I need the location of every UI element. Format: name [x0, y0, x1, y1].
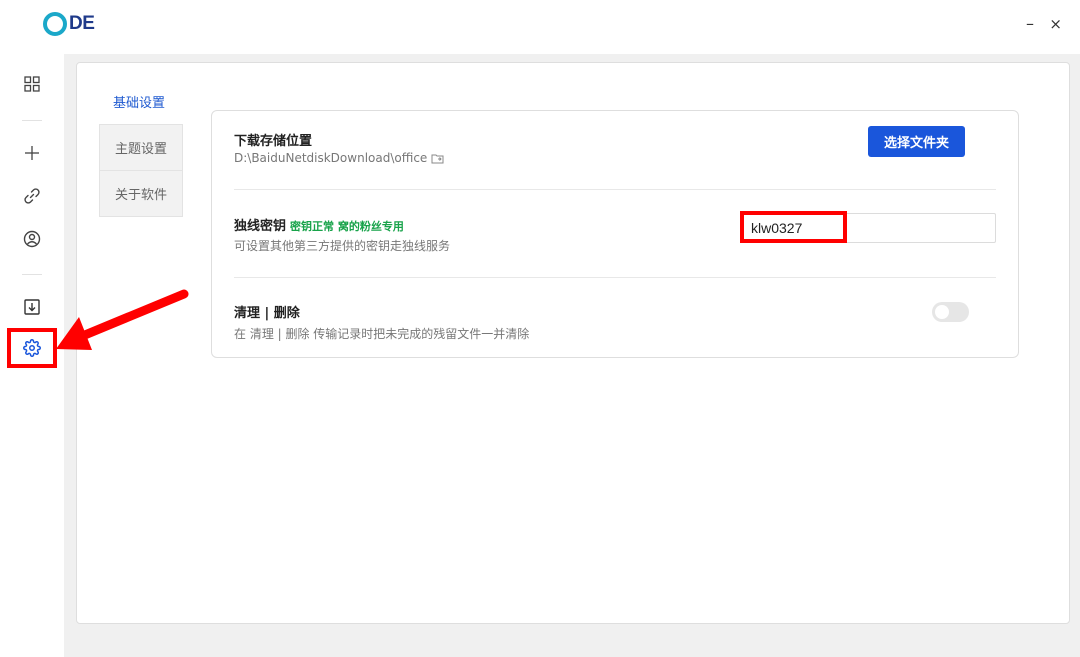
toggle-knob	[935, 305, 949, 319]
key-title-row: 独线密钥 密钥正常 窝的粉丝专用	[234, 215, 404, 234]
row-divider	[234, 189, 996, 190]
tab-theme-settings[interactable]: 主题设置	[100, 125, 182, 170]
row-divider	[234, 277, 996, 278]
sidebar-divider	[22, 274, 42, 275]
tab-about-software[interactable]: 关于软件	[100, 170, 182, 216]
tab-basic-settings[interactable]: 基础设置	[113, 92, 165, 111]
key-title: 独线密钥	[234, 219, 287, 234]
open-folder-icon[interactable]	[431, 153, 444, 164]
key-status: 密钥正常 窝的粉丝专用	[290, 220, 404, 233]
cleanup-toggle[interactable]	[932, 302, 969, 322]
settings-tabs: 主题设置 关于软件	[99, 124, 183, 217]
link-icon[interactable]	[21, 185, 43, 207]
close-button[interactable]: ×	[1049, 15, 1062, 33]
download-box-icon[interactable]	[21, 296, 43, 318]
app-logo: DE	[43, 12, 95, 36]
download-path-text: D:\BaiduNetdiskDownload\office	[234, 151, 428, 165]
plus-icon[interactable]	[21, 142, 43, 164]
cleanup-description: 在 清理 | 删除 传输记录时把未完成的残留文件一并清除	[234, 327, 530, 341]
key-description: 可设置其他第三方提供的密钥走独线服务	[234, 239, 451, 253]
user-circle-icon[interactable]	[21, 228, 43, 250]
choose-folder-button[interactable]: 选择文件夹	[868, 126, 965, 157]
sidebar-divider	[22, 120, 42, 121]
key-input[interactable]	[740, 213, 996, 243]
settings-highlight-box	[7, 328, 57, 368]
logo-ring-icon	[43, 12, 67, 36]
minimize-button[interactable]: –	[1026, 14, 1034, 33]
logo-text: DE	[69, 13, 95, 34]
apps-grid-icon[interactable]	[21, 73, 43, 95]
download-location-title: 下载存储位置	[234, 134, 313, 149]
download-path: D:\BaiduNetdiskDownload\office	[234, 151, 444, 165]
cleanup-title: 清理 | 删除	[234, 306, 300, 321]
